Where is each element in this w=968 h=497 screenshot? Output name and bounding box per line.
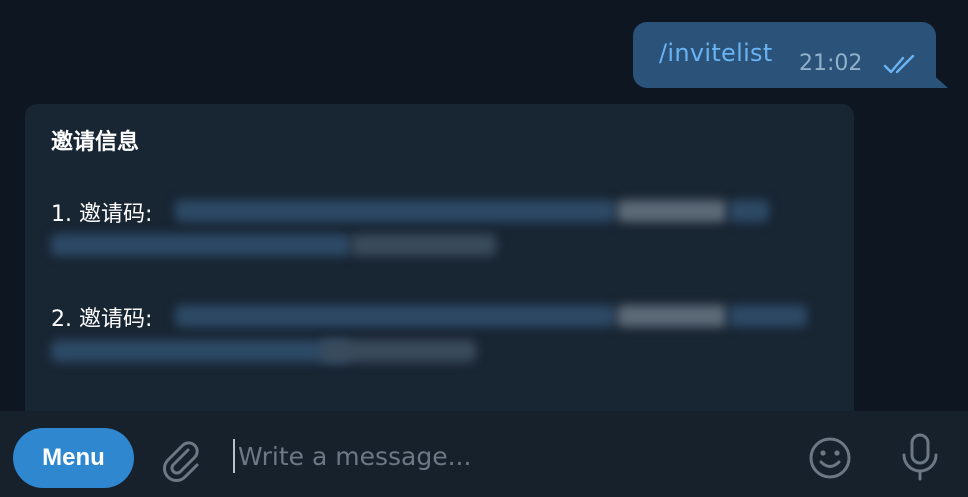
- redacted-invite-extra-2: [321, 340, 476, 362]
- redacted-invite-link-1: [729, 200, 769, 222]
- outgoing-message-text[interactable]: /invitelist: [659, 39, 773, 67]
- invite-info-title: 邀请信息: [51, 130, 140, 155]
- redacted-invite-detail-2: [51, 340, 351, 362]
- message-composer: Menu: [0, 411, 968, 497]
- redacted-invite-code-1: [175, 200, 615, 222]
- outgoing-bubble-tail: [930, 72, 948, 88]
- redacted-invite-extra-1: [351, 234, 496, 256]
- incoming-message-bubble[interactable]: 邀请信息 1. 邀请码: 2. 邀请码:: [25, 104, 854, 411]
- invite-code-label-1: 1. 邀请码:: [51, 202, 153, 227]
- outgoing-message-bubble[interactable]: /invitelist 21:02: [633, 22, 936, 88]
- smile-icon[interactable]: [806, 434, 854, 482]
- redacted-invite-code-2: [175, 305, 615, 327]
- double-check-icon: [883, 54, 915, 74]
- chat-history: /invitelist 21:02 邀请信息 1. 邀请码: 2. 邀请码:: [0, 0, 968, 411]
- redacted-invite-detail-1: [51, 234, 351, 256]
- paperclip-icon[interactable]: [157, 437, 203, 483]
- invite-code-label-2: 2. 邀请码:: [51, 307, 153, 332]
- menu-button[interactable]: Menu: [13, 428, 134, 488]
- message-time: 21:02: [799, 51, 863, 76]
- redacted-invite-status-2: [617, 305, 727, 327]
- text-cursor: [233, 439, 235, 473]
- message-input[interactable]: [238, 433, 778, 479]
- redacted-invite-link-2: [729, 305, 807, 327]
- redacted-invite-status-1: [617, 200, 727, 222]
- microphone-icon[interactable]: [896, 431, 944, 483]
